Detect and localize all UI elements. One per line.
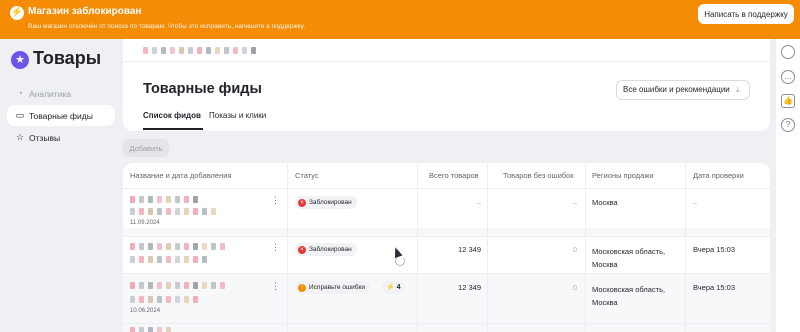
contact-support-button[interactable]: Написать в поддержку — [698, 4, 794, 24]
sidebar-item-label: Товарные фиды — [29, 111, 93, 121]
column-header[interactable]: Товаров без ошибок — [503, 171, 574, 180]
avatar-icon[interactable] — [781, 45, 795, 59]
all-errors-button[interactable]: Все ошибки и рекомендации ⤓ — [616, 80, 750, 100]
all-errors-label: Все ошибки и рекомендации — [623, 85, 730, 94]
loading-spinner-icon — [395, 256, 405, 266]
redacted-feed-name — [130, 256, 207, 263]
more-options-icon[interactable]: ⋮ — [271, 282, 280, 291]
status-badge: × Заблокирован — [295, 196, 357, 209]
banner-subtitle: Ваш магазин отключён от поиска по товара… — [28, 23, 306, 30]
header-divider — [123, 61, 770, 62]
feed-date: 11.09.2024 — [130, 220, 160, 226]
redacted-feed-name — [130, 196, 198, 203]
header-card: Товарные фиды Все ошибки и рекомендации … — [123, 39, 770, 131]
error-count: 4 — [396, 284, 401, 291]
redacted-feed-name — [130, 296, 198, 303]
help-icon[interactable]: ? — [781, 118, 795, 132]
active-tab-indicator — [143, 128, 203, 130]
star-outline-icon: ☆ — [15, 132, 25, 142]
status-label: Заблокирован — [309, 246, 352, 253]
chat-icon[interactable]: … — [781, 70, 795, 84]
redacted-feed-name — [130, 327, 171, 332]
sidebar-item-analytics[interactable]: ◔ Аналитика — [7, 83, 115, 104]
tab-impressions-clicks[interactable]: Показы и клики — [209, 111, 266, 120]
column-header[interactable]: Название и дата добавления — [130, 171, 231, 180]
check-date: Вчера 15:03 — [693, 283, 736, 292]
row-background — [123, 228, 770, 236]
products-without-errors: 0 — [572, 245, 577, 254]
lightning-icon: ⚡ — [386, 284, 395, 291]
column-header[interactable]: Регионы продажи — [592, 171, 654, 180]
more-options-icon[interactable]: ⋮ — [271, 196, 280, 205]
banner-title: Магазин заблокирован — [28, 6, 142, 17]
row-divider — [123, 188, 770, 189]
app-title: Товары — [33, 48, 102, 68]
products-without-errors: 0 — [572, 283, 577, 292]
column-header[interactable]: Всего товаров — [429, 171, 479, 180]
status-label: Заблокирован — [309, 199, 352, 206]
download-icon: ⤓ — [735, 85, 740, 94]
star-icon: ★ — [11, 51, 29, 69]
page-title: Товарные фиды — [143, 81, 262, 97]
total-products: – — [476, 198, 481, 207]
status-badge: × Заблокирован — [295, 243, 357, 256]
tab-feed-list[interactable]: Список фидов — [143, 111, 201, 120]
redacted-feed-name — [130, 208, 216, 215]
sidebar-item-feeds[interactable]: ▭ Товарные фиды — [7, 105, 115, 126]
column-header[interactable]: Статус — [295, 171, 319, 180]
warning-icon: ! — [298, 283, 306, 292]
lightning-icon: ⚡ — [10, 6, 24, 20]
total-products: 12 349 — [458, 283, 481, 292]
status-label: Исправьте ошибки — [309, 284, 365, 291]
sidebar-item-label: Отзывы — [29, 133, 61, 143]
check-date: – — [693, 198, 698, 207]
analytics-icon: ◔ — [17, 88, 23, 98]
column-header[interactable]: Дата проверки — [693, 171, 744, 180]
redacted-feed-name — [130, 243, 225, 250]
sales-regions: Московская область, Москва — [592, 247, 666, 269]
sales-regions: Московская область, Москва — [592, 285, 666, 307]
row-divider — [123, 236, 770, 237]
sidebar-nav: ◔ Аналитика ▭ Товарные фиды ☆ Отзывы — [7, 83, 115, 149]
row-divider — [123, 323, 770, 324]
redacted-feed-name — [130, 282, 225, 289]
sidebar-item-label: Аналитика — [29, 89, 72, 99]
sidebar-item-reviews[interactable]: ☆ Отзывы — [7, 127, 115, 148]
row-divider — [123, 273, 770, 274]
blocked-icon: × — [298, 198, 306, 207]
more-options-icon[interactable]: ⋮ — [271, 243, 280, 252]
check-date: Вчера 15:03 — [693, 245, 736, 254]
right-rail: … 👍 ? — [776, 39, 800, 332]
sidebar: ★ Товары ◔ Аналитика ▭ Товарные фиды ☆ О… — [0, 39, 120, 332]
feed-date: 10.06.2024 — [130, 308, 161, 314]
products-without-errors: – — [572, 198, 577, 207]
feed-icon: ▭ — [15, 110, 25, 120]
blocked-banner: ⚡ Магазин заблокирован Ваш магазин отклю… — [0, 0, 800, 39]
feeds-table: Название и дата добавления Статус Всего … — [123, 163, 770, 332]
status-badge: ! Исправьте ошибки — [295, 281, 370, 294]
sales-regions: Москва — [592, 198, 618, 207]
error-count-badge[interactable]: ⚡ 4 — [382, 281, 405, 294]
thumbs-up-icon[interactable]: 👍 — [781, 94, 795, 108]
total-products: 12 349 — [458, 245, 481, 254]
blocked-icon: × — [298, 245, 306, 254]
add-feed-button[interactable]: Добавить — [123, 139, 169, 157]
redacted-shop-name — [143, 47, 256, 54]
